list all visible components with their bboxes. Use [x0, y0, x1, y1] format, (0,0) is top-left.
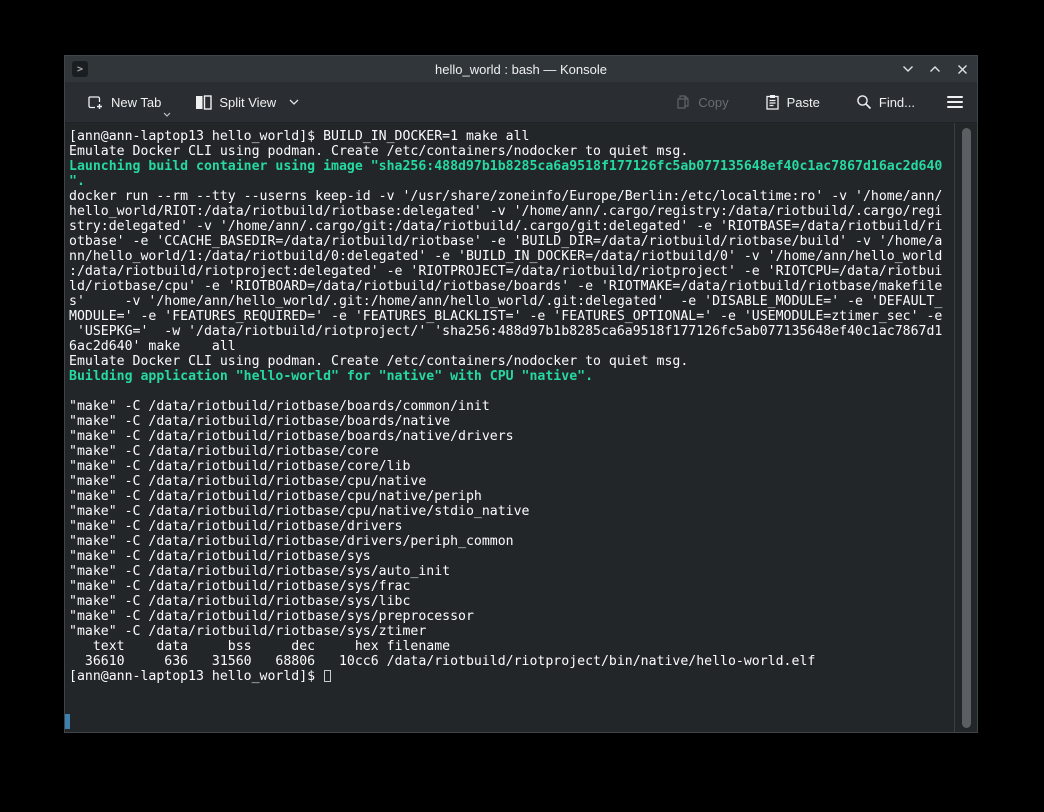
- terminal-line: "make" -C /data/riotbuild/riotbase/drive…: [69, 519, 951, 534]
- terminal-line: :/data/riotbuild/riotproject:delegated' …: [69, 264, 951, 279]
- chevron-down-icon: [163, 112, 171, 117]
- paste-icon: [765, 94, 780, 110]
- find-label: Find...: [879, 95, 915, 110]
- line-marker: [65, 714, 70, 729]
- paste-button[interactable]: Paste: [759, 90, 826, 114]
- scrollbar-thumb[interactable]: [962, 128, 971, 728]
- terminal-line: 6ac2d640' make all: [69, 339, 951, 354]
- paste-label: Paste: [787, 95, 820, 110]
- terminal-line: [69, 384, 951, 399]
- terminal-line: "make" -C /data/riotbuild/riotbase/board…: [69, 414, 951, 429]
- terminal-line: [ann@ann-laptop13 hello_world]$ BUILD_IN…: [69, 129, 951, 144]
- copy-label: Copy: [698, 95, 728, 110]
- toolbar: New Tab Split View Copy: [65, 82, 977, 123]
- terminal-line: "make" -C /data/riotbuild/riotbase/sys/z…: [69, 624, 951, 639]
- copy-icon: [675, 94, 691, 110]
- window-controls: [901, 56, 969, 82]
- terminal-line: "make" -C /data/riotbuild/riotbase/drive…: [69, 534, 951, 549]
- terminal-line: "make" -C /data/riotbuild/riotbase/sys/p…: [69, 609, 951, 624]
- terminal-line: Emulate Docker CLI using podman. Create …: [69, 144, 951, 159]
- terminal-line: "make" -C /data/riotbuild/riotbase/sys/a…: [69, 564, 951, 579]
- hamburger-icon: [947, 96, 963, 98]
- chevron-down-icon: [289, 99, 299, 105]
- minimize-button[interactable]: [901, 62, 915, 76]
- terminal-line: Building application "hello-world" for "…: [69, 369, 951, 384]
- terminal-output: [ann@ann-laptop13 hello_world]$ BUILD_IN…: [69, 129, 951, 684]
- terminal-line: "make" -C /data/riotbuild/riotbase/cpu/n…: [69, 504, 951, 519]
- chevron-up-icon: [929, 65, 941, 73]
- konsole-icon: >: [72, 61, 88, 77]
- terminal-line: "make" -C /data/riotbuild/riotbase/sys/f…: [69, 579, 951, 594]
- terminal-line: Launching build container using image "s…: [69, 159, 951, 174]
- terminal-line: text data bss dec hex filename: [69, 639, 951, 654]
- menu-button[interactable]: [945, 92, 965, 112]
- find-button[interactable]: Find...: [850, 90, 921, 114]
- window-title: hello_world : bash — Konsole: [65, 62, 977, 77]
- terminal-line: nn/hello_world/1:/data/riotbuild/0:deleg…: [69, 249, 951, 264]
- konsole-window: > hello_world : bash — Konsole New Tab: [64, 55, 978, 733]
- terminal-line: MODULE=' -e 'FEATURES_REQUIRED=' -e 'FEA…: [69, 309, 951, 324]
- terminal-view[interactable]: [ann@ann-laptop13 hello_world]$ BUILD_IN…: [65, 123, 977, 732]
- terminal-cursor: [324, 670, 331, 682]
- chevron-down-icon: [902, 65, 914, 73]
- maximize-button[interactable]: [928, 62, 942, 76]
- terminal-line: ld/riotbase/cpu' -e 'RIOTBOARD=/data/rio…: [69, 279, 951, 294]
- terminal-line: otbase' -e 'CCACHE_BASEDIR=/data/riotbui…: [69, 234, 951, 249]
- desktop: { "window": { "title": "hello_world : ba…: [0, 0, 1044, 812]
- titlebar[interactable]: > hello_world : bash — Konsole: [65, 56, 977, 82]
- terminal-line: s' -v '/home/ann/hello_world/.git:/home/…: [69, 294, 951, 309]
- terminal-line: stry:delegated' -v '/home/ann/.cargo/git…: [69, 219, 951, 234]
- terminal-line: Emulate Docker CLI using podman. Create …: [69, 354, 951, 369]
- terminal-line: "make" -C /data/riotbuild/riotbase/sys/l…: [69, 594, 951, 609]
- split-view-button[interactable]: Split View: [189, 91, 305, 114]
- terminal-line: "make" -C /data/riotbuild/riotbase/board…: [69, 399, 951, 414]
- terminal-line: [ann@ann-laptop13 hello_world]$: [69, 669, 951, 684]
- new-tab-label: New Tab: [111, 95, 161, 110]
- search-icon: [856, 94, 872, 110]
- split-view-icon: [195, 95, 212, 110]
- terminal-line: "make" -C /data/riotbuild/riotbase/sys: [69, 549, 951, 564]
- terminal-line: 36610 636 31560 68806 10cc6 /data/riotbu…: [69, 654, 951, 669]
- terminal-line: "make" -C /data/riotbuild/riotbase/core: [69, 444, 951, 459]
- close-button[interactable]: [955, 62, 969, 76]
- terminal-line: "make" -C /data/riotbuild/riotbase/board…: [69, 429, 951, 444]
- terminal-line: 'USEPKG=' -w '/data/riotbuild/riotprojec…: [69, 324, 951, 339]
- toolbar-right-group: Copy Paste Find...: [669, 90, 965, 114]
- scrollbar[interactable]: [954, 123, 977, 732]
- terminal-line: "make" -C /data/riotbuild/riotbase/core/…: [69, 459, 951, 474]
- terminal-line: ".: [69, 174, 951, 189]
- new-tab-icon: [87, 94, 104, 111]
- terminal-line: "make" -C /data/riotbuild/riotbase/cpu/n…: [69, 474, 951, 489]
- terminal-line: hello_world/RIOT:/data/riotbuild/riotbas…: [69, 204, 951, 219]
- terminal-line: "make" -C /data/riotbuild/riotbase/cpu/n…: [69, 489, 951, 504]
- new-tab-button[interactable]: New Tab: [81, 90, 167, 115]
- terminal-line: docker run --rm --tty --userns keep-id -…: [69, 189, 951, 204]
- split-view-label: Split View: [219, 95, 276, 110]
- copy-button[interactable]: Copy: [669, 90, 734, 114]
- close-icon: [957, 64, 968, 75]
